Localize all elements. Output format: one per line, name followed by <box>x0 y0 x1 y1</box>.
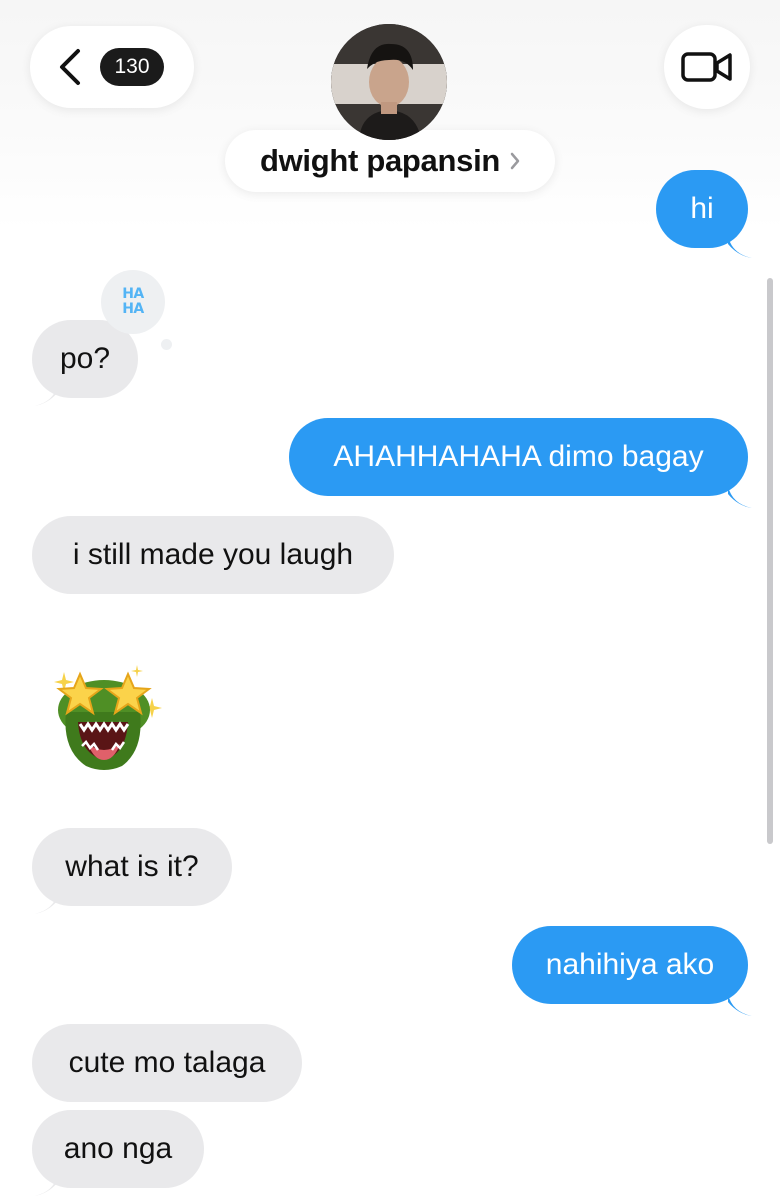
avatar-photo <box>331 24 447 140</box>
contact-name: dwight papansin <box>259 143 501 178</box>
message-bubble-received[interactable]: what is it? <box>32 828 232 906</box>
message-bubble-received[interactable]: cute mo talaga <box>32 1024 302 1102</box>
message-bubble-received[interactable]: ano nga <box>32 1110 204 1188</box>
message-bubble-sent[interactable]: hi <box>656 170 748 248</box>
haha-tapback-icon: HA HA <box>101 270 165 334</box>
message-bubble-sent[interactable]: AHAHHAHAHA dimo bagay <box>289 418 748 496</box>
unread-count-badge: 130 <box>100 48 164 86</box>
messages-screen: 130 dwight papansin hi po? HA HA AHAHHAH… <box>0 0 780 1200</box>
scrollbar[interactable] <box>767 278 773 844</box>
back-button[interactable]: 130 <box>30 26 194 108</box>
tapback-dot <box>161 339 172 350</box>
chevron-right-icon <box>510 152 520 170</box>
video-camera-icon <box>681 52 732 82</box>
facetime-video-button[interactable] <box>664 25 750 109</box>
haha-text-top: HA <box>122 286 144 302</box>
bubble-tail <box>728 994 752 1016</box>
chevron-left-icon <box>60 49 80 85</box>
message-bubble-received[interactable]: i still made you laugh <box>32 516 394 594</box>
contact-avatar[interactable] <box>331 24 447 140</box>
haha-text-bottom: HA <box>122 301 144 317</box>
crocodile-memoji-icon[interactable] <box>40 650 168 778</box>
bubble-tail <box>728 486 752 508</box>
message-bubble-sent[interactable]: nahihiya ako <box>512 926 748 1004</box>
